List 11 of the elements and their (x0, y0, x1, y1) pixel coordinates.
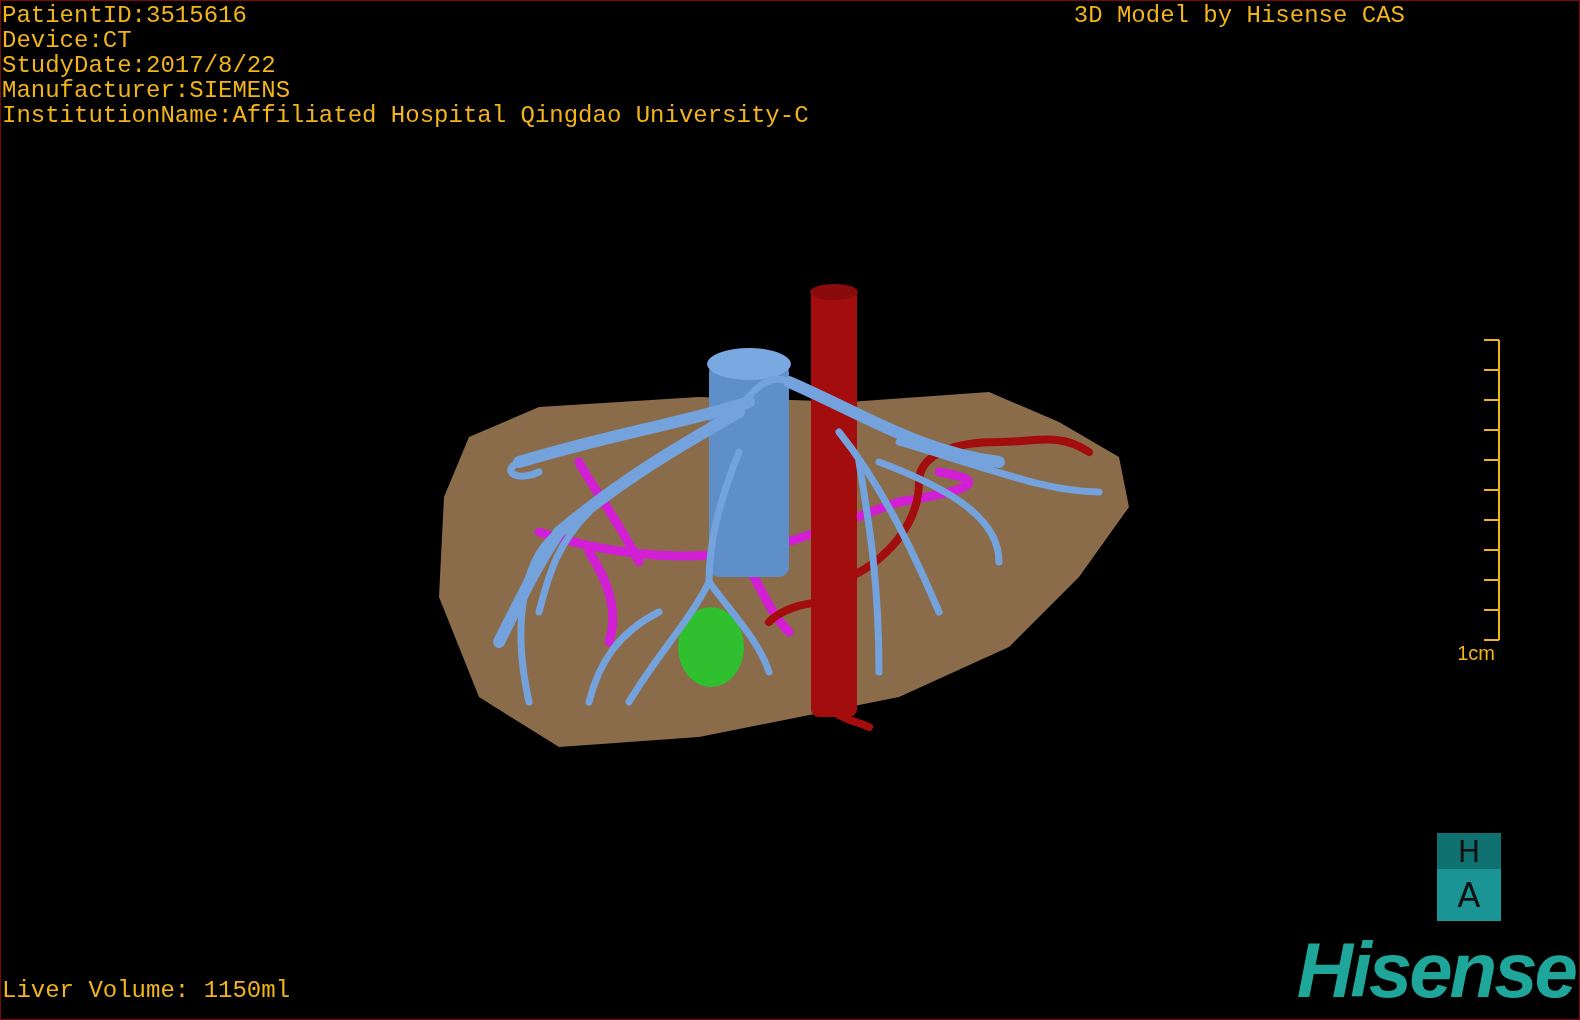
patient-info-text: Device:CT (2, 28, 133, 53)
orientation-cube-front: A (1437, 869, 1501, 921)
orientation-cube-top: H (1437, 833, 1501, 869)
model-caption: 3D Model by Hisense CAS (1073, 3, 1405, 28)
brand-logo: Hisense (1296, 935, 1575, 1005)
scale-label: 1cm (1457, 641, 1495, 664)
patient-info-text: Manufacturer:SIEMENS (2, 78, 292, 103)
patient-info-text: PatientID:3515616 (2, 3, 248, 28)
liver-volume-text: Liver Volume: 1150ml (1, 978, 291, 1006)
patient-info-text: InstitutionName:Affiliated Hospital Qingdao University-C (2, 103, 809, 128)
patient-info-text: StudyDate:2017/8/22 (2, 53, 277, 78)
